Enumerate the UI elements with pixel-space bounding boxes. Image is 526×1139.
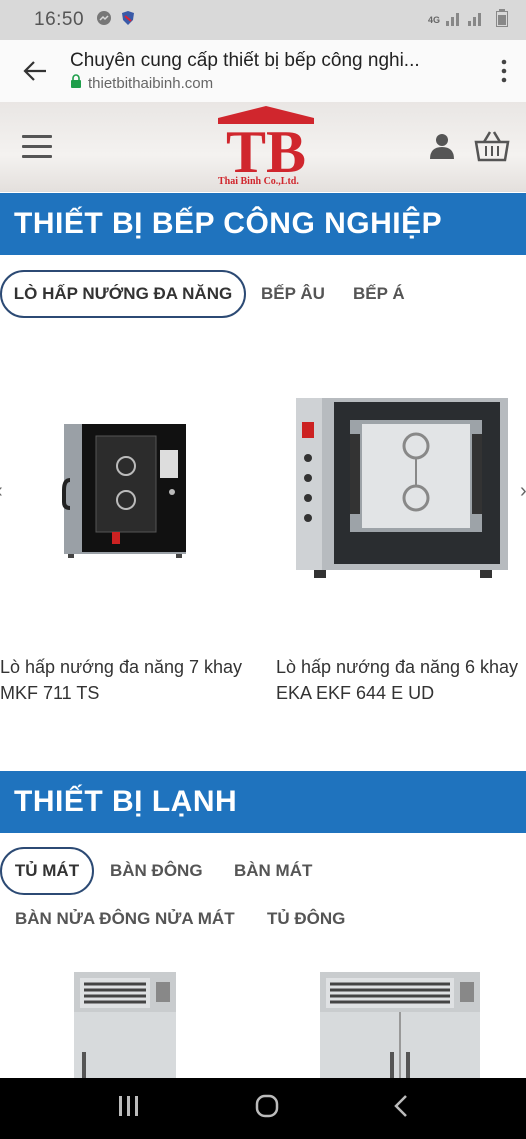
tab-chiller-counter[interactable]: BÀN MÁT [234,861,312,881]
more-vertical-icon [501,59,507,83]
page-title: Chuyên cung cấp thiết bị bếp công nghi..… [70,49,420,71]
status-time: 16:50 [34,9,85,30]
section-banner-kitchen: THIẾT BỊ BẾP CÔNG NGHIỆP [0,193,526,255]
address-bar[interactable]: Chuyên cung cấp thiết bị bếp công nghi..… [70,50,482,93]
recent-apps-icon[interactable] [118,1096,140,1121]
tab-asian-stove[interactable]: BẾP Á [353,284,405,304]
product-image-fridge-2[interactable] [318,970,482,1078]
product-image-mkf711[interactable] [60,420,190,560]
back-nav-icon[interactable] [394,1095,408,1122]
home-icon[interactable] [255,1094,279,1123]
product-name-mkf711[interactable]: Lò hấp nướng đa năng 7 khay MKF 711 TS [0,654,262,706]
back-button[interactable] [0,40,70,102]
tab-chiller-cabinet[interactable]: TỦ MÁT [0,847,94,895]
tab-european-stove[interactable]: BẾP ÂU [261,284,325,304]
carousel-prev-icon[interactable]: ‹ [0,480,3,503]
account-icon[interactable] [428,132,456,165]
android-nav-bar [0,1078,526,1139]
url-text: thietbithaibinh.com [88,74,214,92]
tab-freezer-counter[interactable]: BÀN ĐÔNG [110,861,203,881]
carousel-next-icon[interactable]: › [520,480,526,503]
network-type: 4G [427,14,440,25]
tab-combi-oven[interactable]: LÒ HẤP NƯỚNG ĐA NĂNG [0,270,246,318]
section-banner-refrigeration: THIẾT BỊ LẠNH [0,771,526,833]
arrow-left-icon [23,61,46,81]
tab-freezer-cabinet[interactable]: TỦ ĐÔNG [267,909,345,929]
product-name-ekf644[interactable]: Lò hấp nướng đa năng 6 khay EKA EKF 644 … [276,654,526,706]
product-image-ekf644[interactable] [294,394,510,580]
browser-menu-button[interactable] [482,40,526,102]
product-image-fridge-1[interactable] [72,970,178,1078]
cart-icon[interactable] [474,130,510,167]
tab-half-freezer-counter[interactable]: BÀN NỬA ĐÔNG NỬA MÁT [15,909,235,929]
signal-icon [446,10,490,31]
browser-toolbar: Chuyên cung cấp thiết bị bếp công nghi..… [0,40,526,102]
logo-subtitle: Thai Binh Co.,Ltd. [218,176,299,187]
section-title: THIẾT BỊ BẾP CÔNG NGHIỆP [14,207,443,240]
status-bar: 16:50 4G [0,0,526,40]
messenger-icon [96,10,112,31]
hamburger-menu-icon[interactable] [22,135,52,159]
battery-icon [496,8,508,32]
section-title: THIẾT BỊ LẠNH [14,785,238,818]
lock-icon [70,73,82,93]
shield-app-icon [120,10,136,31]
